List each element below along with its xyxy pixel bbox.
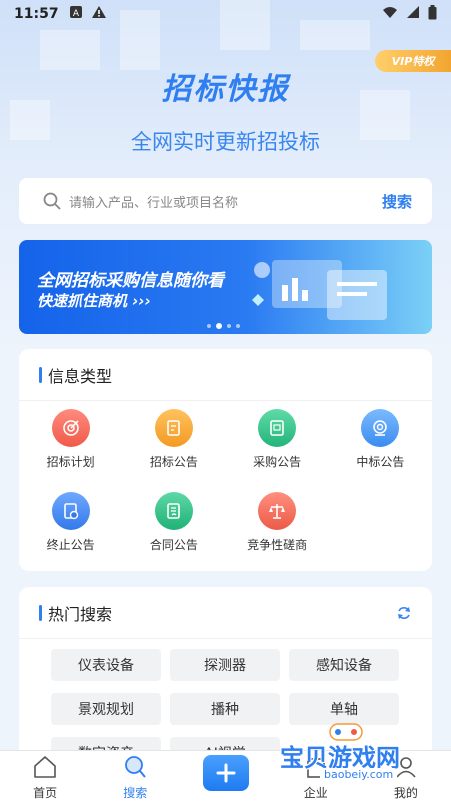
watermark-url: baobeiy.com <box>320 768 398 781</box>
info-types-title: 信息类型 <box>48 366 113 386</box>
tab-home[interactable]: 首页 <box>0 754 90 803</box>
status-time: 11:57 <box>14 6 59 22</box>
category-zhaobiao-jihua[interactable]: 招标计划 <box>19 409 122 470</box>
home-icon <box>32 754 58 780</box>
category-hetong-gonggao[interactable]: 合同公告 <box>122 492 225 553</box>
status-bar: 11:57 A <box>0 0 451 28</box>
category-caigou-gonggao[interactable]: 采购公告 <box>226 409 329 470</box>
search-bar[interactable]: 请输入产品、行业或项目名称 搜索 <box>19 178 432 224</box>
wifi-icon <box>382 5 398 23</box>
hot-search-header: 热门搜索 <box>19 587 432 639</box>
scale-icon <box>258 492 297 530</box>
category-zhongbiao-gonggao[interactable]: 中标公告 <box>329 409 432 470</box>
svg-text:A: A <box>72 9 79 19</box>
search-icon <box>43 192 61 210</box>
info-types-header: 信息类型 <box>19 349 432 401</box>
battery-icon <box>428 4 437 24</box>
refresh-icon[interactable] <box>396 605 412 621</box>
plus-icon[interactable] <box>202 755 249 791</box>
document-edit-icon <box>154 409 193 447</box>
banner-line-1: 全网招标采购信息随你看 <box>37 271 224 291</box>
search-tab-icon <box>122 754 148 780</box>
search-button[interactable]: 搜索 <box>382 191 412 212</box>
promo-banner[interactable]: 全网招标采购信息随你看 快速抓住商机 ››› <box>19 240 432 334</box>
category-zhaobiao-gonggao[interactable]: 招标公告 <box>122 409 225 470</box>
banner-line-2: 快速抓住商机 ››› <box>37 292 151 310</box>
stop-doc-icon <box>51 492 90 530</box>
hot-search-title: 热门搜索 <box>48 604 113 624</box>
category-jingzhengxing-cuoshang[interactable]: 竞争性磋商 <box>226 492 329 553</box>
target-icon <box>51 409 90 447</box>
tab-add[interactable] <box>180 755 270 803</box>
hot-tag[interactable]: 探测器 <box>170 649 280 681</box>
hot-tag[interactable]: 感知设备 <box>289 649 399 681</box>
info-types-card: 信息类型 招标计划 招标公告 采购公告 中标公告 终止公告 合同公告 竞争性磋商 <box>19 349 432 571</box>
notification-a-icon: A <box>69 5 83 23</box>
category-zhongzhi-gonggao[interactable]: 终止公告 <box>19 492 122 553</box>
warning-icon <box>91 5 107 23</box>
hot-tag[interactable]: 仪表设备 <box>51 649 161 681</box>
tab-search[interactable]: 搜索 <box>90 754 180 803</box>
hot-tag[interactable]: 播种 <box>170 693 280 725</box>
award-icon <box>361 409 400 447</box>
signal-icon <box>406 5 420 23</box>
search-input[interactable]: 请输入产品、行业或项目名称 <box>69 192 382 211</box>
contract-icon <box>154 492 193 530</box>
carousel-indicator[interactable] <box>207 323 240 329</box>
banner-illustration <box>252 260 387 320</box>
hot-tag[interactable]: 景观规划 <box>51 693 161 725</box>
cart-doc-icon <box>258 409 297 447</box>
page-subtitle: 全网实时更新招投标 <box>131 130 320 154</box>
page-title: 招标快报 <box>161 72 290 107</box>
watermark: 宝贝游戏网 baobeiy.com <box>280 720 430 781</box>
info-types-grid: 招标计划 招标公告 采购公告 中标公告 终止公告 合同公告 竞争性磋商 <box>19 409 432 553</box>
